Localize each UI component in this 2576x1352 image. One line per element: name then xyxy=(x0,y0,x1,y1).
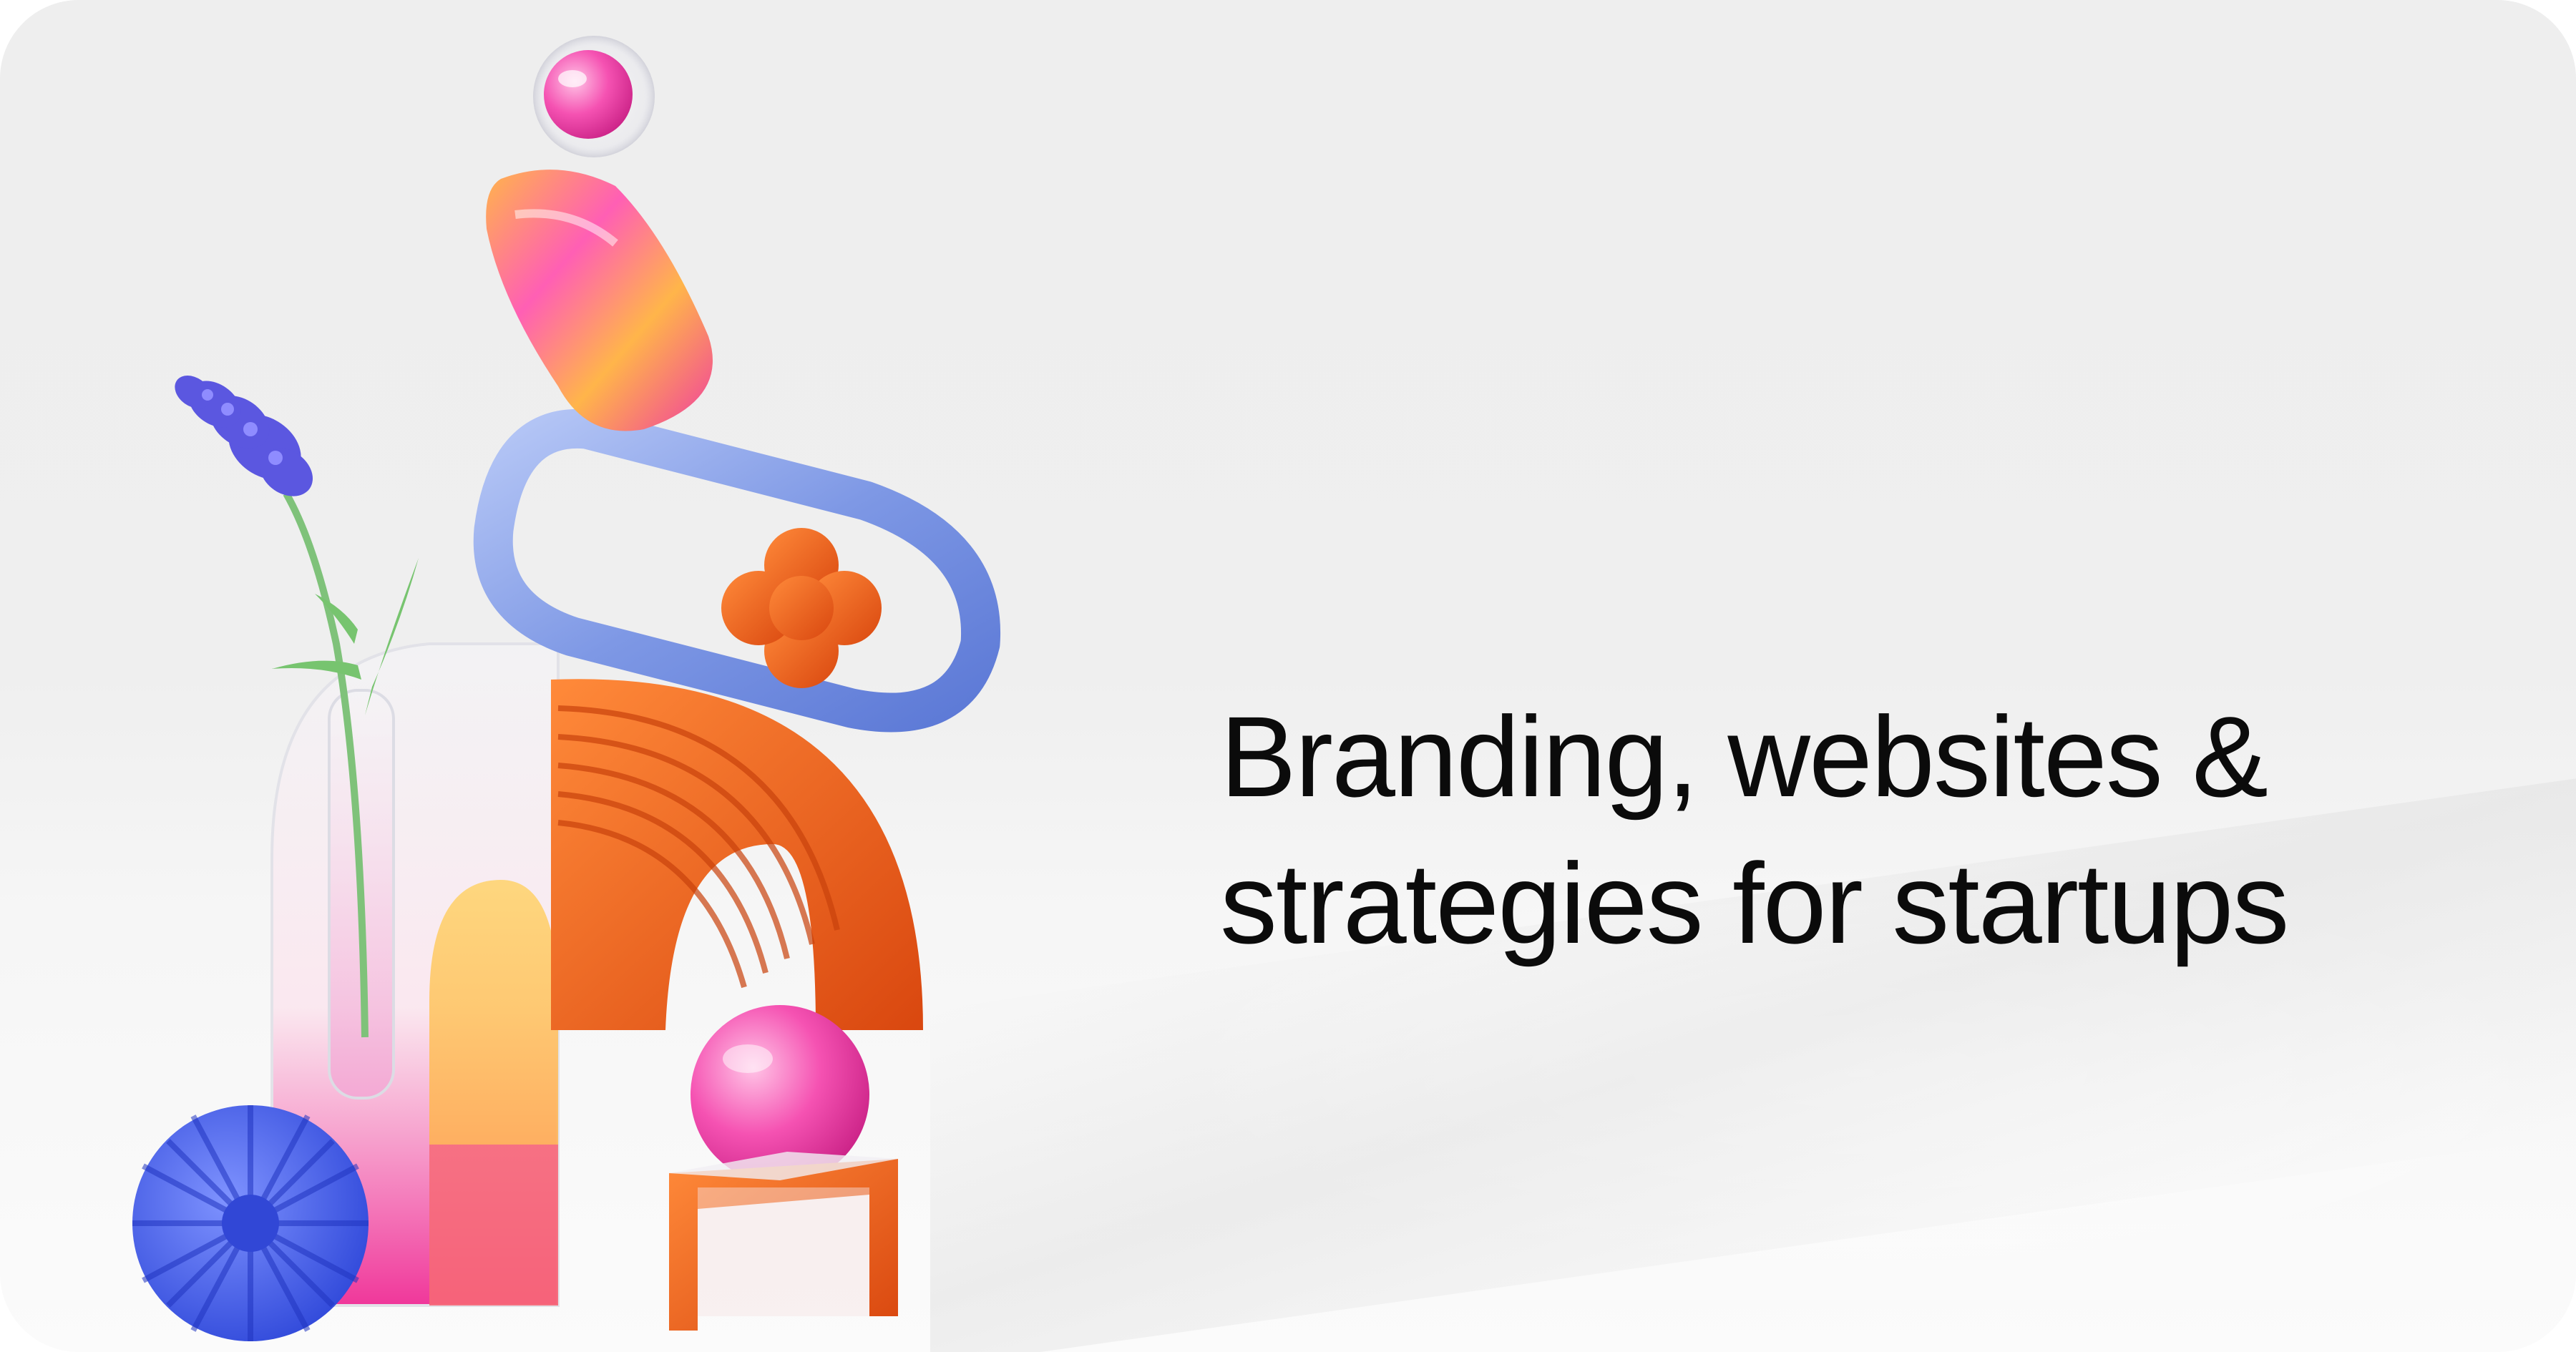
hero-headline: Branding, websites & strategies for star… xyxy=(1220,683,2508,976)
hero-card: Branding, websites & strategies for star… xyxy=(0,0,2576,1352)
blue-spiky-ball xyxy=(132,1105,369,1341)
blue-ring xyxy=(473,408,1001,733)
orange-arch xyxy=(551,679,923,1030)
orange-stand xyxy=(669,1152,898,1331)
glass-sphere xyxy=(533,36,655,157)
headline-line-2: strategies for startups xyxy=(1220,839,2289,967)
swirl-block xyxy=(486,170,713,431)
sculpture-illustration xyxy=(132,36,1001,1341)
headline-line-1: Branding, websites & xyxy=(1220,692,2268,820)
